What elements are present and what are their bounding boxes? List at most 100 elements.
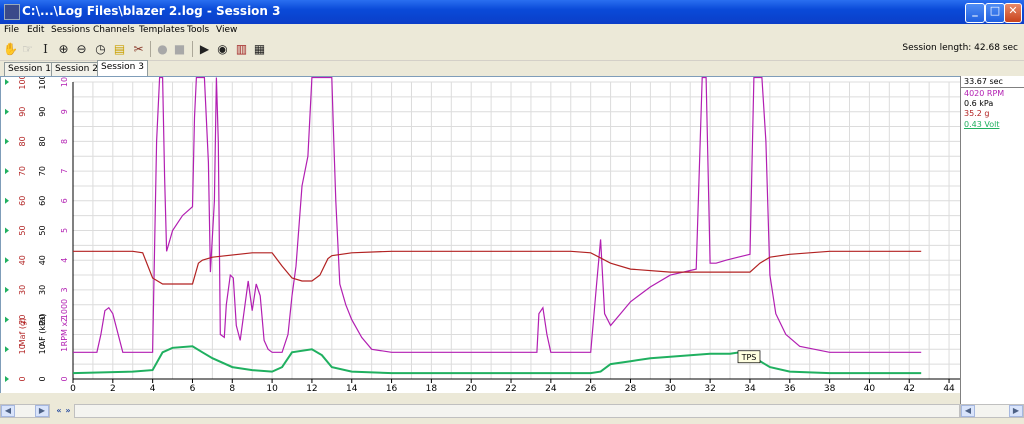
toolbar: ✋ ☞ I ⊕ ⊖ ◷ ▤ ✂ ● ■ ▶ ◉ ▥ ▦ Session leng… — [0, 38, 1024, 61]
y-tick-label: 50 — [38, 225, 47, 235]
axis-marker-icon — [5, 346, 9, 353]
menu-view[interactable]: View — [216, 25, 237, 35]
y-tick-label: 1 — [60, 347, 69, 352]
menu-channels[interactable]: Channels — [93, 25, 135, 35]
readout-scrollbar[interactable]: ◀ ▶ — [960, 404, 1024, 418]
readout-kpa: 0.6 kPa — [964, 99, 994, 108]
y-tick-label: 90 — [38, 107, 47, 117]
readout-maf: 35.2 g — [964, 109, 990, 118]
x-tick-label: 38 — [824, 384, 836, 393]
hand-icon[interactable]: ✋ — [3, 41, 18, 56]
axis-marker-icon — [5, 376, 9, 382]
axis-marker-icon — [5, 257, 9, 264]
select-icon[interactable]: ☞ — [20, 41, 35, 56]
menu-sessions[interactable]: Sessions — [51, 25, 90, 35]
menu-file[interactable]: File — [4, 25, 19, 35]
y-axis-title: Maf (g) — [18, 318, 27, 346]
x-tick-label: 12 — [306, 384, 317, 393]
x-tick-label: 36 — [784, 384, 796, 393]
left-scrollbar[interactable]: ◀ ▶ — [0, 404, 50, 418]
x-tick-label: 14 — [346, 384, 358, 393]
x-tick-label: 22 — [505, 384, 516, 393]
toolbar-separator — [150, 41, 151, 57]
stop-icon[interactable]: ■ — [172, 41, 187, 56]
y-tick-label: 0 — [18, 376, 27, 381]
y-tick-label: 60 — [18, 196, 27, 206]
tools-icon[interactable]: ✂ — [131, 41, 146, 56]
zoom-in-icon[interactable]: ⊕ — [56, 41, 71, 56]
y-tick-label: 0 — [38, 376, 47, 381]
x-tick-label: 26 — [585, 384, 597, 393]
axis-marker-icon — [5, 138, 9, 145]
x-tick-label: 28 — [625, 384, 637, 393]
scroll-left-icon[interactable]: ◀ — [961, 405, 975, 417]
y-tick-label: 3 — [60, 287, 69, 292]
y-tick-label: 100 — [38, 77, 47, 90]
x-tick-label: 40 — [864, 384, 876, 393]
y-tick-label: 0 — [60, 376, 69, 381]
note-icon[interactable]: ▤ — [112, 41, 127, 56]
record-icon[interactable]: ● — [155, 41, 170, 56]
x-tick-label: 32 — [704, 384, 715, 393]
maximize-button[interactable]: □ — [985, 3, 1005, 23]
toolbar-separator — [192, 41, 193, 57]
tab-session-1[interactable]: Session 1 — [4, 62, 55, 76]
zoom-out-icon[interactable]: ⊖ — [74, 41, 89, 56]
chart-area[interactable]: 0 1 2 3 4 5 6 7 8 9 10 RPM x 1000 0 10 20 30 40 50 60 70 80 9… — [0, 76, 962, 393]
y-tick-label: 50 — [18, 225, 27, 235]
scroll-right-icon[interactable]: ▶ — [1009, 405, 1023, 417]
table-icon[interactable]: ▦ — [252, 41, 267, 56]
axis-marker-icon — [5, 316, 9, 323]
chart-icon[interactable]: ▥ — [234, 41, 249, 56]
x-tick-label: 44 — [943, 384, 955, 393]
menu-edit[interactable]: Edit — [27, 25, 44, 35]
window-title: C:\...\Log Files\blazer 2.log - Session … — [22, 4, 281, 18]
x-tick-label: 10 — [266, 384, 278, 393]
app-icon — [4, 4, 20, 20]
x-tick-label: 24 — [545, 384, 557, 393]
y-axis-title: RPM x 1000 — [60, 299, 69, 346]
session-tabs: Session 1 Session 2 Session 3 — [0, 60, 1024, 76]
x-tick-label: 0 — [70, 384, 76, 393]
close-button[interactable]: ✕ — [1004, 3, 1022, 23]
axis-marker-icon — [5, 197, 9, 204]
axis-marker-icon — [5, 286, 9, 293]
minimize-button[interactable]: _ — [965, 3, 985, 23]
y-tick-label: 60 — [38, 196, 47, 206]
title-bar: C:\...\Log Files\blazer 2.log - Session … — [0, 0, 1024, 24]
chart-series — [72, 77, 922, 375]
x-tick-label: 42 — [904, 384, 915, 393]
text-cursor-icon[interactable]: I — [38, 41, 53, 56]
scroll-right-icon[interactable]: ▶ — [35, 405, 49, 417]
axis-marker-icon — [5, 108, 9, 115]
series-line-maf — [73, 250, 922, 285]
x-tick-label: 30 — [665, 384, 677, 393]
axis-marker-icon — [5, 227, 9, 234]
x-tick-label: 8 — [229, 384, 235, 393]
y-tick-label: 100 — [18, 77, 27, 90]
readout-time: 33.67 sec — [964, 77, 1003, 86]
x-tick-label: 16 — [386, 384, 398, 393]
chart-scrollbar[interactable] — [74, 404, 960, 418]
series-line-tps — [72, 345, 922, 375]
x-tick-label: 6 — [190, 384, 196, 393]
y-tick-label: 7 — [60, 169, 69, 174]
binoculars-icon[interactable]: ◉ — [215, 41, 230, 56]
play-icon[interactable]: ▶ — [197, 41, 212, 56]
menu-tools[interactable]: Tools — [187, 25, 209, 35]
clock-icon[interactable]: ◷ — [93, 41, 108, 56]
y-axis-title: AF (kPa) — [38, 313, 47, 346]
y-tick-label: 30 — [18, 285, 27, 295]
expand-right-icon[interactable]: » — [63, 405, 73, 417]
y-tick-label: 40 — [18, 255, 27, 265]
x-tick-label: 18 — [426, 384, 438, 393]
y-tick-label: 9 — [60, 109, 69, 114]
y-tick-label: 80 — [38, 136, 47, 146]
tab-session-2[interactable]: Session 2 — [51, 62, 102, 76]
tab-session-3[interactable]: Session 3 — [97, 60, 148, 76]
menu-templates[interactable]: Templates — [139, 25, 185, 35]
x-axis: 0 2 4 6 8 10 12 14 16 18 20 22 24 26 28 30 32 34 36 38 40 42 4… — [70, 379, 955, 393]
y-tick-label: 8 — [60, 139, 69, 144]
x-tick-label: 20 — [465, 384, 477, 393]
scroll-left-icon[interactable]: ◀ — [1, 405, 15, 417]
